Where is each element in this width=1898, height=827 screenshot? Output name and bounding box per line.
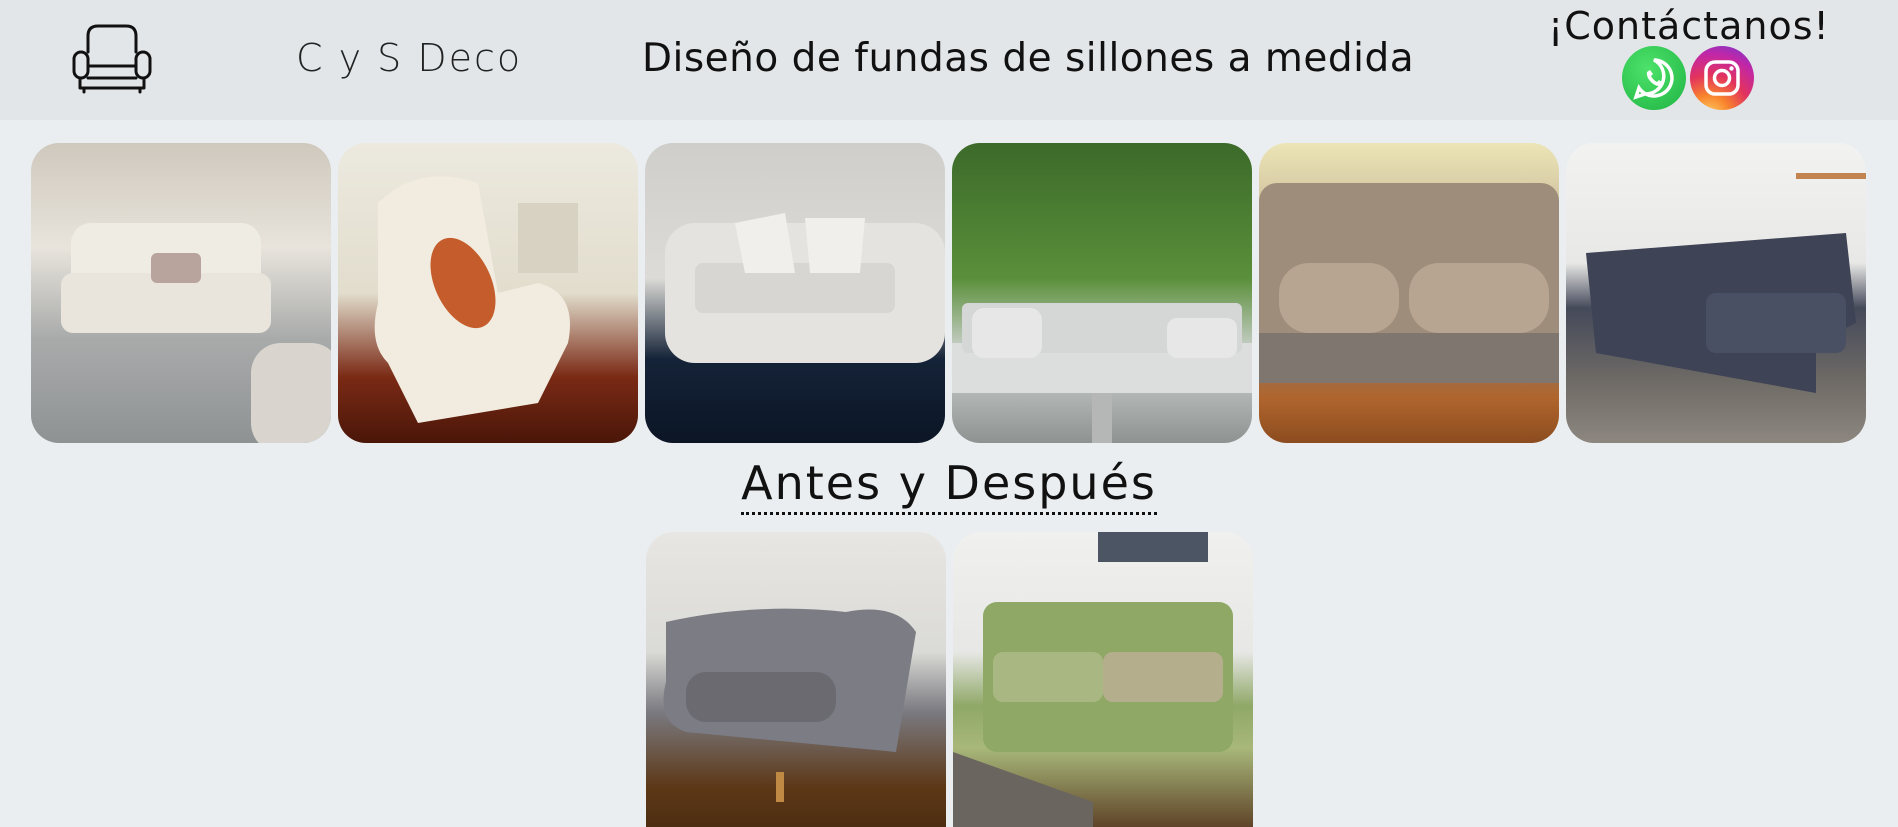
gallery-photo-6[interactable] — [1566, 143, 1866, 443]
before-after-title: Antes y Después — [0, 456, 1898, 515]
instagram-button[interactable] — [1690, 46, 1754, 110]
before-after-title-text[interactable]: Antes y Después — [741, 456, 1157, 515]
gallery-photo-4[interactable] — [952, 143, 1252, 443]
before-after-gallery — [646, 532, 1253, 827]
gallery-photo-3[interactable] — [645, 143, 945, 443]
gallery-photo-5[interactable] — [1259, 143, 1559, 443]
site-header: C y S Deco Diseño de fundas de sillones … — [0, 0, 1898, 120]
armchair-icon[interactable] — [70, 22, 154, 94]
gallery-photo-1[interactable] — [31, 143, 331, 443]
before-photo-2[interactable] — [953, 532, 1253, 827]
brand-name[interactable]: C y S Deco — [296, 36, 522, 80]
gallery-photo-2[interactable] — [338, 143, 638, 443]
instagram-icon — [1704, 60, 1740, 96]
before-photo-1[interactable] — [646, 532, 946, 827]
contact-title: ¡Contáctanos! — [1548, 4, 1830, 48]
whatsapp-icon — [1633, 58, 1674, 100]
whatsapp-button[interactable] — [1622, 46, 1686, 110]
gallery — [31, 143, 1866, 443]
page-title: Diseño de fundas de sillones a medida — [642, 36, 1415, 81]
